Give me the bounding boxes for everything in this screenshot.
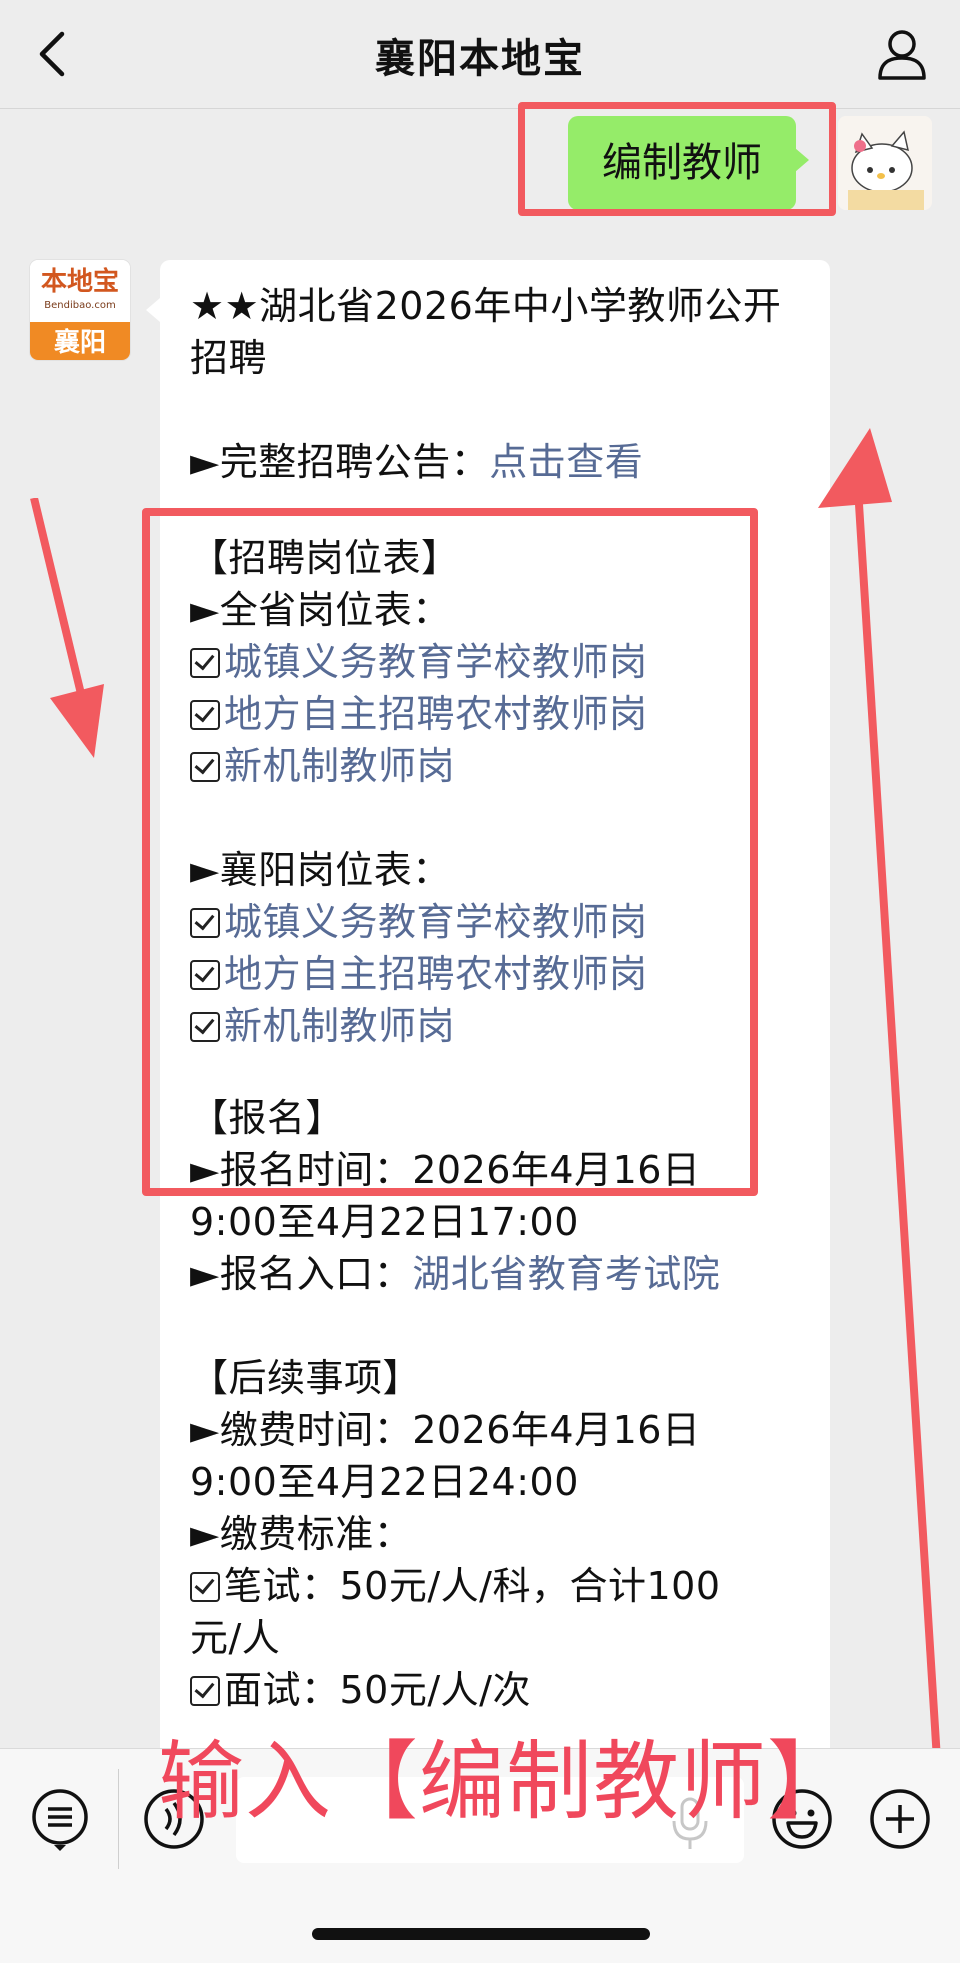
instruction-caption: 输入【编制教师】	[158, 1732, 854, 1832]
nav-bar: 襄阳本地宝	[0, 0, 960, 109]
jobs-highlight-box	[142, 508, 758, 1196]
input-divider	[118, 1769, 119, 1869]
signup-time-line2: 9:00至4月22日17:00	[190, 1200, 579, 1244]
home-indicator	[312, 1928, 650, 1940]
signup-entry-link[interactable]: 湖北省教育考试院	[412, 1252, 720, 1296]
message-title: ★★湖北省2026年中小学教师公开招聘	[190, 284, 782, 380]
sent-highlight-box	[518, 102, 836, 216]
pay-interview-line: 面试：50元/人/次	[190, 1664, 810, 1716]
checkbox-icon	[190, 1676, 220, 1706]
followup-heading: 【后续事项】	[190, 1356, 422, 1400]
notice-line: ►完整招聘公告：点击查看	[190, 440, 644, 484]
chat-area: 编制教师 本地宝 Bendibao.com 襄阳 ★★湖北省2026年中小学教师…	[0, 102, 960, 1860]
pay-time-line2: 9:00至4月22日24:00	[190, 1460, 579, 1504]
menu-list-icon[interactable]	[28, 1787, 92, 1851]
pay-written-line1: 笔试：50元/人/科，合计100	[190, 1560, 810, 1612]
user-profile-icon[interactable]	[874, 26, 930, 82]
pay-standard-label: ►缴费标准：	[190, 1512, 413, 1556]
signup-entry-line: ►报名入口：湖北省教育考试院	[190, 1252, 721, 1296]
hello-kitty-avatar-icon	[838, 116, 932, 210]
received-bubble-tail	[146, 298, 160, 322]
red-arrow-up-icon	[818, 428, 944, 1808]
checkbox-icon	[190, 1572, 220, 1602]
self-avatar[interactable]	[838, 116, 932, 210]
bot-avatar-logo: 本地宝 Bendibao.com	[30, 260, 130, 322]
plus-icon[interactable]	[868, 1787, 932, 1851]
page-title: 襄阳本地宝	[375, 36, 585, 82]
red-arrow-down-icon	[30, 498, 104, 758]
notice-link[interactable]: 点击查看	[489, 440, 643, 484]
pay-time-line1: ►缴费时间：2026年4月16日	[190, 1408, 701, 1452]
bot-avatar-city: 襄阳	[30, 322, 130, 360]
pay-written-line2: 元/人	[190, 1616, 281, 1660]
bot-avatar[interactable]: 本地宝 Bendibao.com 襄阳	[30, 260, 130, 360]
